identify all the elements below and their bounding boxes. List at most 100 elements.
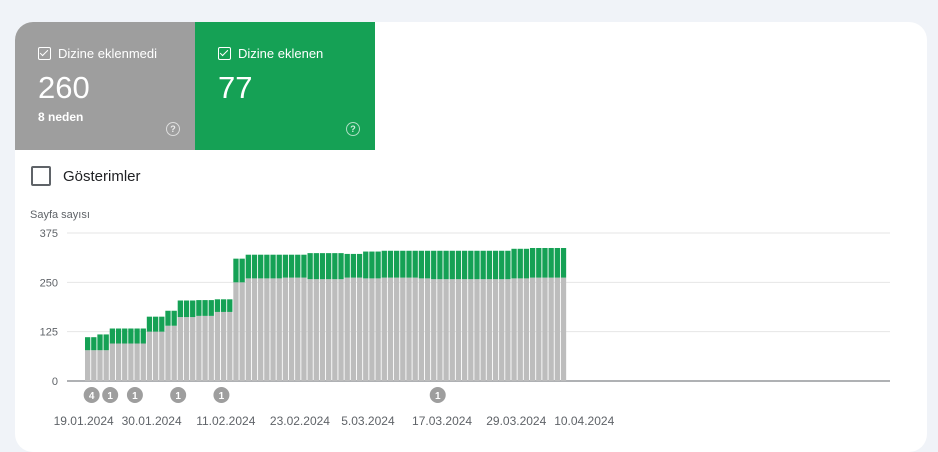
annotation-count: 4 xyxy=(89,391,95,402)
bar-not-indexed xyxy=(412,277,418,381)
bar-indexed xyxy=(344,253,350,278)
bar-indexed xyxy=(122,328,128,344)
bar-not-indexed xyxy=(159,331,165,381)
bar-indexed xyxy=(128,328,134,344)
bar-not-indexed xyxy=(97,350,103,381)
bar-indexed xyxy=(190,300,196,318)
bar-not-indexed xyxy=(424,278,431,381)
bar-not-indexed xyxy=(319,279,326,381)
bar-indexed xyxy=(356,253,363,278)
bar-indexed xyxy=(140,328,146,344)
bar-not-indexed xyxy=(233,282,239,381)
bar-not-indexed xyxy=(227,311,233,381)
bar-not-indexed xyxy=(443,279,449,381)
bar-not-indexed xyxy=(431,279,437,381)
bar-indexed xyxy=(202,300,208,316)
bar-indexed xyxy=(245,254,251,279)
bar-indexed xyxy=(251,254,258,279)
bar-not-indexed xyxy=(363,278,369,381)
y-tick-label: 375 xyxy=(40,228,58,240)
x-tick-label: 11.02.2024 xyxy=(196,414,255,428)
x-tick-label: 5.03.2024 xyxy=(341,414,395,428)
bar-not-indexed xyxy=(492,279,499,381)
bar-indexed xyxy=(208,300,214,316)
annotation-count: 1 xyxy=(219,391,225,402)
bar-indexed xyxy=(387,250,394,278)
bar-not-indexed xyxy=(486,279,492,381)
bar-not-indexed xyxy=(350,277,357,381)
bar-indexed xyxy=(227,299,233,312)
bar-indexed xyxy=(505,250,511,280)
bar-not-indexed xyxy=(369,278,375,381)
bar-indexed xyxy=(381,250,387,278)
bar-not-indexed xyxy=(511,278,517,381)
bar-indexed xyxy=(115,328,122,344)
bar-not-indexed xyxy=(239,282,245,381)
bar-indexed xyxy=(363,251,369,279)
bar-not-indexed xyxy=(375,278,381,381)
bar-indexed xyxy=(183,300,190,318)
bar-indexed xyxy=(437,250,443,280)
bar-not-indexed xyxy=(258,278,264,381)
x-tick-label: 23.02.2024 xyxy=(270,414,330,428)
bar-indexed xyxy=(103,334,109,351)
bar-indexed xyxy=(523,248,530,279)
bar-not-indexed xyxy=(313,279,319,381)
bar-indexed xyxy=(196,300,202,316)
bar-not-indexed xyxy=(251,278,258,381)
bar-indexed xyxy=(85,337,91,351)
bar-not-indexed xyxy=(202,315,208,381)
bar-not-indexed xyxy=(381,277,387,381)
bar-not-indexed xyxy=(282,277,289,381)
bar-not-indexed xyxy=(140,343,146,381)
bar-not-indexed xyxy=(122,343,128,381)
bar-not-indexed xyxy=(91,350,97,381)
bar-indexed xyxy=(134,328,140,344)
bar-not-indexed xyxy=(529,277,536,381)
bar-indexed xyxy=(486,250,492,280)
bar-not-indexed xyxy=(307,279,313,381)
bar-not-indexed xyxy=(394,277,400,381)
bar-not-indexed xyxy=(400,277,406,381)
bar-indexed xyxy=(424,250,431,279)
bar-not-indexed xyxy=(505,279,511,381)
bar-indexed xyxy=(499,250,505,280)
bar-not-indexed xyxy=(270,278,276,381)
bar-not-indexed xyxy=(295,277,301,381)
bar-indexed xyxy=(560,247,567,278)
bar-indexed xyxy=(542,247,548,278)
y-tick-label: 250 xyxy=(40,277,58,289)
bar-indexed xyxy=(474,250,480,280)
bar-indexed xyxy=(492,250,499,280)
bar-indexed xyxy=(165,310,171,326)
y-tick-label: 0 xyxy=(52,376,58,388)
bar-indexed xyxy=(511,248,517,279)
bar-indexed xyxy=(159,316,165,332)
bar-indexed xyxy=(443,250,449,280)
bar-indexed xyxy=(177,300,183,318)
bar-not-indexed xyxy=(332,279,338,381)
bar-indexed xyxy=(146,316,153,332)
bar-indexed xyxy=(307,253,313,280)
bar-indexed xyxy=(109,328,116,344)
bar-not-indexed xyxy=(406,277,412,381)
bar-not-indexed xyxy=(449,279,455,381)
bar-not-indexed xyxy=(85,350,91,381)
bar-indexed xyxy=(400,250,406,278)
bar-not-indexed xyxy=(196,315,202,381)
bar-not-indexed xyxy=(276,278,282,381)
bar-indexed xyxy=(288,254,295,278)
bar-indexed xyxy=(375,251,381,279)
bar-not-indexed xyxy=(517,278,523,381)
bar-not-indexed xyxy=(208,315,214,381)
bar-not-indexed xyxy=(177,317,183,381)
bar-indexed xyxy=(332,253,338,280)
bar-indexed xyxy=(350,253,357,278)
bar-not-indexed xyxy=(165,325,171,381)
annotation-count: 1 xyxy=(175,391,181,402)
bar-indexed xyxy=(91,337,97,351)
bar-not-indexed xyxy=(264,278,270,381)
bar-not-indexed xyxy=(536,277,542,381)
x-tick-label: 19.01.2024 xyxy=(54,414,114,428)
bar-indexed xyxy=(171,310,177,326)
